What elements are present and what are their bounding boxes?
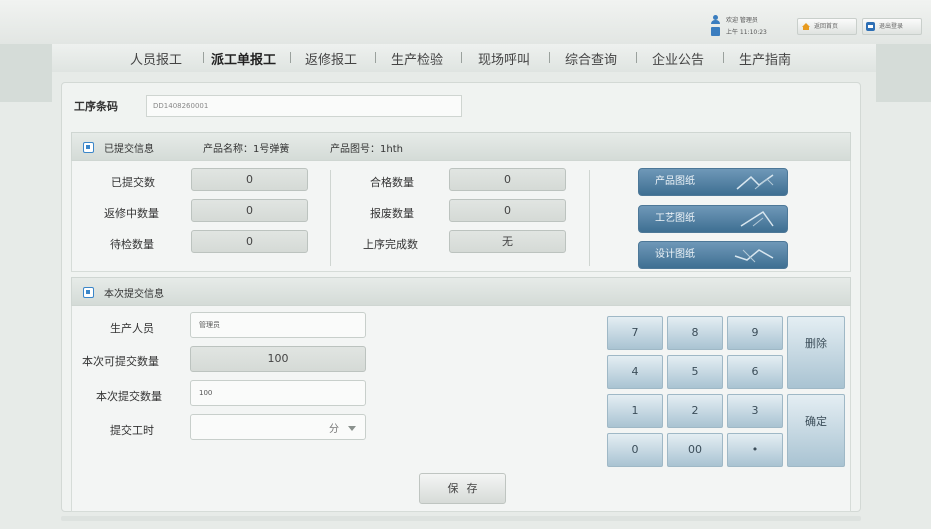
- home-icon: [802, 23, 810, 30]
- scrap-count-label: 报废数量: [370, 207, 414, 220]
- process-drawing-label: 工艺图纸: [655, 213, 695, 224]
- nav-separator: [461, 52, 462, 63]
- nav-separator: [549, 52, 550, 63]
- qualified-count-value: 0: [449, 168, 566, 191]
- keypad-key-5[interactable]: 5: [667, 355, 723, 389]
- keypad-key-6[interactable]: 6: [727, 355, 783, 389]
- nav-separator: [375, 52, 376, 63]
- bottom-scroll-bar: [61, 516, 861, 521]
- submit-qty-input[interactable]: [190, 380, 366, 406]
- keypad-delete-button[interactable]: 删除: [787, 316, 845, 389]
- drawing-icon: [736, 174, 774, 190]
- welcome-text: 欢迎 管理员: [726, 17, 758, 24]
- producer-label: 生产人员: [110, 322, 154, 335]
- nav-item-rework-report[interactable]: 返修报工: [305, 49, 357, 68]
- pending-count-value: 0: [191, 230, 308, 253]
- exit-button[interactable]: 退出登录: [862, 18, 922, 35]
- nav-item-announcement[interactable]: 企业公告: [652, 49, 704, 68]
- submitted-count-value: 0: [191, 168, 308, 191]
- nav-item-person-report[interactable]: 人员报工: [130, 49, 182, 68]
- keypad-key-8[interactable]: 8: [667, 316, 723, 350]
- nav-item-dispatch-report[interactable]: 派工单报工: [211, 49, 276, 68]
- available-qty-value: 100: [190, 346, 366, 372]
- main-nav: 人员报工 派工单报工 返修报工 生产检验 现场呼叫 综合查询 企业公告 生产指南: [0, 44, 931, 72]
- section-icon: [83, 287, 94, 298]
- keypad-key-2[interactable]: 2: [667, 394, 723, 428]
- side-decoration: [0, 44, 52, 102]
- rework-count-label: 返修中数量: [104, 207, 159, 220]
- keypad-key-9[interactable]: 9: [727, 316, 783, 350]
- drawing-icon: [740, 210, 774, 227]
- exit-button-label: 退出登录: [879, 23, 904, 30]
- user-icon: [711, 15, 720, 24]
- design-drawing-button[interactable]: 设计图纸: [638, 241, 788, 269]
- work-hours-label: 提交工时: [110, 424, 154, 437]
- nav-separator: [203, 52, 204, 63]
- keypad-key-3[interactable]: 3: [727, 394, 783, 428]
- product-name: 产品名称：1号弹簧: [203, 144, 290, 155]
- top-bar: 欢迎 管理员 上午 11:10:23 返回首页 退出登录: [0, 0, 931, 44]
- clock-icon: [711, 27, 720, 36]
- qualified-count-label: 合格数量: [370, 176, 414, 189]
- column-divider: [330, 170, 331, 266]
- current-section-header: 本次提交信息: [71, 277, 851, 306]
- barcode-label: 工序条码: [74, 100, 118, 113]
- time-text: 上午 11:10:23: [726, 29, 767, 36]
- nav-item-inspection[interactable]: 生产检验: [391, 49, 443, 68]
- keypad-key-0[interactable]: 0: [607, 433, 663, 467]
- submitted-section-header: 已提交信息 产品名称：1号弹簧 产品图号：1hth: [71, 132, 851, 161]
- current-section-title: 本次提交信息: [104, 289, 164, 300]
- nav-separator: [636, 52, 637, 63]
- section-icon: [83, 142, 94, 153]
- pending-count-label: 待检数量: [110, 238, 154, 251]
- submit-qty-label: 本次提交数量: [96, 390, 162, 403]
- side-decoration: [876, 44, 931, 102]
- drawing-icon: [734, 249, 774, 263]
- keypad-key-7[interactable]: 7: [607, 316, 663, 350]
- submitted-count-label: 已提交数: [111, 176, 155, 189]
- chevron-down-icon: [348, 426, 356, 431]
- home-button[interactable]: 返回首页: [797, 18, 857, 35]
- nav-item-onsite-call[interactable]: 现场呼叫: [478, 49, 530, 68]
- product-number: 产品图号：1hth: [330, 144, 403, 155]
- submitted-section-title: 已提交信息: [104, 144, 154, 155]
- nav-item-guide[interactable]: 生产指南: [739, 49, 791, 68]
- product-drawing-label: 产品图纸: [655, 176, 695, 187]
- nav-separator: [723, 52, 724, 63]
- producer-input[interactable]: [190, 312, 366, 338]
- column-divider: [589, 170, 590, 266]
- nav-item-query[interactable]: 综合查询: [565, 49, 617, 68]
- logout-icon: [866, 22, 875, 31]
- prev-done-value: 无: [449, 230, 566, 253]
- keypad-key-4[interactable]: 4: [607, 355, 663, 389]
- product-drawing-button[interactable]: 产品图纸: [638, 168, 788, 196]
- keypad-key-dot[interactable]: •: [727, 433, 783, 467]
- keypad-key-1[interactable]: 1: [607, 394, 663, 428]
- nav-separator: [290, 52, 291, 63]
- process-drawing-button[interactable]: 工艺图纸: [638, 205, 788, 233]
- home-button-label: 返回首页: [814, 23, 839, 30]
- scrap-count-value: 0: [449, 199, 566, 222]
- keypad-confirm-button[interactable]: 确定: [787, 394, 845, 467]
- keypad-key-00[interactable]: 00: [667, 433, 723, 467]
- available-qty-label: 本次可提交数量: [82, 355, 159, 368]
- barcode-input[interactable]: [146, 95, 462, 117]
- user-info: 欢迎 管理员 上午 11:10:23: [711, 13, 791, 39]
- work-hours-select[interactable]: 分: [190, 414, 366, 440]
- rework-count-value: 0: [191, 199, 308, 222]
- work-hours-unit: 分: [329, 424, 339, 435]
- save-button[interactable]: 保存: [419, 473, 506, 504]
- prev-done-label: 上序完成数: [363, 238, 418, 251]
- design-drawing-label: 设计图纸: [655, 249, 695, 260]
